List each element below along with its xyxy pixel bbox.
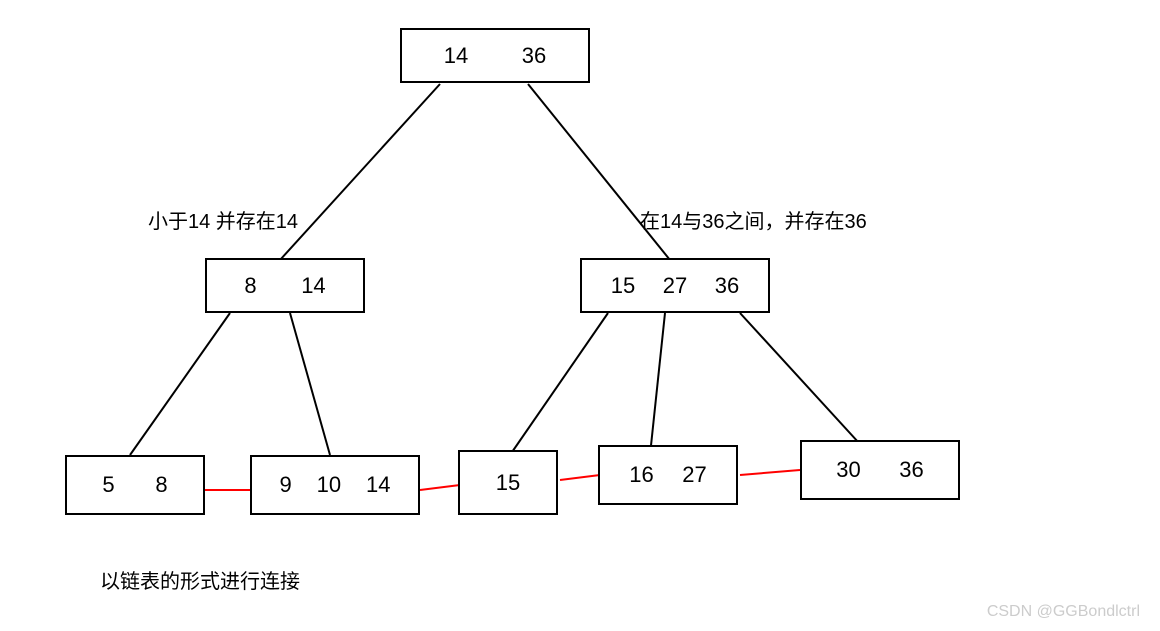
- leaf-node-1: 5 8: [65, 455, 205, 515]
- leaf1-k1: 5: [102, 472, 114, 498]
- left-node: 8 14: [205, 258, 365, 313]
- left-note-label: 小于14 并存在14: [148, 205, 298, 234]
- right-key1: 15: [611, 273, 635, 299]
- bottom-note-label: 以链表的形式进行连接: [100, 565, 300, 594]
- tree-edges: [0, 0, 1160, 631]
- leaf-node-2: 9 10 14: [250, 455, 420, 515]
- leaf3-k1: 15: [496, 470, 520, 496]
- right-key2: 27: [663, 273, 687, 299]
- watermark: CSDN @GGBondlctrl: [987, 603, 1140, 621]
- right-node: 15 27 36: [580, 258, 770, 313]
- leaf2-k3: 14: [366, 472, 390, 498]
- root-key2: 36: [522, 43, 546, 69]
- leaf-node-3: 15: [458, 450, 558, 515]
- root-node: 14 36: [400, 28, 590, 83]
- leaf2-k2: 10: [317, 472, 341, 498]
- left-key2: 14: [301, 273, 325, 299]
- right-note-label: 在14与36之间，并存在36: [640, 205, 867, 234]
- root-key1: 14: [444, 43, 468, 69]
- leaf5-k2: 36: [899, 457, 923, 483]
- leaf4-k1: 16: [629, 462, 653, 488]
- leaf-node-4: 16 27: [598, 445, 738, 505]
- right-key3: 36: [715, 273, 739, 299]
- leaf5-k1: 30: [836, 457, 860, 483]
- left-key1: 8: [244, 273, 256, 299]
- leaf2-k1: 9: [279, 472, 291, 498]
- leaf4-k2: 27: [682, 462, 706, 488]
- leaf1-k2: 8: [155, 472, 167, 498]
- leaf-node-5: 30 36: [800, 440, 960, 500]
